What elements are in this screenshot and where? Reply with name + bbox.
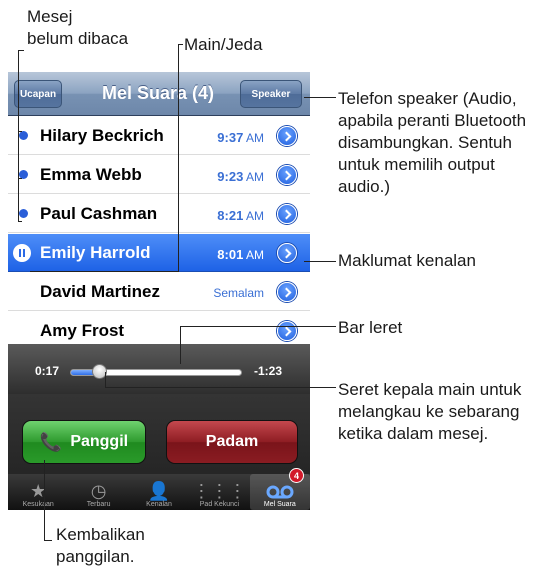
tab-label: Kenalan — [146, 501, 172, 508]
callout-drag-line1: Seret kepala main untuk — [338, 380, 522, 399]
callout-speaker-line2: apabila peranti Bluetooth — [338, 111, 527, 130]
time-value: 8:21 — [217, 208, 244, 223]
callout-speaker-line5: audio.) — [338, 177, 390, 196]
voicemail-row[interactable]: Emma Webb 9:23 AM — [8, 156, 310, 194]
caller-name: David Martinez — [40, 282, 160, 301]
callout-callback-line1: Kembalikan — [56, 525, 145, 544]
detail-disclosure-icon[interactable] — [277, 204, 297, 224]
navigation-bar: Ucapan Mel Suara (4) Speaker — [8, 72, 310, 116]
call-back-button[interactable]: 📞 Panggil — [22, 420, 146, 464]
detail-disclosure-icon[interactable] — [277, 282, 297, 302]
leader-line — [105, 372, 106, 388]
callout-drag: Seret kepala main untuk melangkau ke seb… — [338, 379, 521, 445]
leader-line — [44, 460, 45, 540]
callout-play-pause: Main/Jeda — [184, 35, 263, 54]
tab-label: Terbaru — [86, 501, 111, 508]
time-value: 9:37 — [217, 130, 244, 145]
leader-line — [30, 271, 179, 272]
tab-bar: ★ Kesukaan ◷ Terbaru 👤 Kenalan ⋮⋮⋮ Pad K… — [8, 468, 310, 510]
tab-favorites[interactable]: ★ Kesukaan — [8, 474, 68, 510]
message-time: 8:21 AM — [217, 208, 264, 223]
call-button-label: Panggil — [70, 433, 129, 450]
leader-line — [18, 50, 19, 222]
tab-contacts[interactable]: 👤 Kenalan — [129, 474, 189, 510]
time-ampm: AM — [246, 170, 264, 184]
unread-dot-icon — [19, 209, 28, 218]
tab-keypad[interactable]: ⋮⋮⋮ Pad Kekunci — [189, 474, 249, 510]
time-ampm: AM — [246, 209, 264, 223]
time-ampm: AM — [246, 248, 264, 262]
message-time: 8:01 AM — [217, 247, 264, 262]
callout-speaker-line3: disambungkan. Sentuh — [338, 133, 512, 152]
callout-speaker-line4: untuk memilih output — [338, 155, 495, 174]
callout-speaker-line1: Telefon speaker (Audio, — [338, 89, 517, 108]
time-ampm: AM — [246, 131, 264, 145]
voicemail-row[interactable]: Paul Cashman 8:21 AM — [8, 195, 310, 233]
detail-disclosure-icon[interactable] — [277, 165, 297, 185]
unread-dot-icon — [19, 131, 28, 140]
tab-voicemail[interactable]: Mel Suara 4 — [249, 468, 310, 510]
voicemail-player: 0:17 -1:23 📞 Panggil Padam ★ Kesukaan ◷ … — [8, 344, 310, 510]
voicemail-row-selected[interactable]: Emily Harrold 8:01 AM — [8, 234, 310, 272]
callout-drag-line3: ketika dalam mesej. — [338, 424, 489, 443]
contact-info-disclosure-icon[interactable] — [277, 243, 297, 263]
callout-contact-info: Maklumat kenalan — [338, 251, 476, 270]
leader-line — [180, 326, 336, 327]
callout-callback-line2: panggilan. — [56, 547, 135, 566]
page-title: Mel Suara (4) — [101, 83, 215, 103]
time-value: 9:23 — [217, 169, 244, 184]
voicemail-row[interactable]: Hilary Beckrich 9:37 AM — [8, 117, 310, 155]
tab-recents[interactable]: ◷ Terbaru — [68, 474, 128, 510]
caller-name: Amy Frost — [40, 321, 125, 340]
unread-count-badge: 4 — [289, 468, 305, 483]
message-time: 9:37 AM — [217, 130, 264, 145]
detail-disclosure-icon[interactable] — [277, 321, 297, 341]
leader-line — [178, 44, 183, 45]
caller-name: Hilary Beckrich — [40, 126, 164, 145]
leader-line — [304, 261, 336, 262]
delete-button[interactable]: Padam — [166, 420, 298, 464]
callout-speaker: Telefon speaker (Audio, apabila peranti … — [338, 88, 526, 198]
tab-label: Kesukaan — [22, 501, 54, 508]
callout-callback: Kembalikan panggilan. — [56, 524, 145, 568]
remaining-time: -1:23 — [254, 364, 283, 378]
message-time: Semalam — [213, 286, 264, 300]
callout-unread: Mesej belum dibaca — [27, 6, 128, 50]
callout-unread-line1: Mesej — [27, 7, 73, 26]
leader-line — [18, 221, 22, 222]
contact-icon: 👤 — [147, 481, 171, 501]
callout-drag-line2: melangkau ke sebarang — [338, 402, 520, 421]
tab-label: Mel Suara — [263, 501, 296, 508]
tab-label: Pad Kekunci — [199, 501, 240, 508]
caller-name: Paul Cashman — [40, 204, 158, 223]
callout-scrub-bar: Bar leret — [338, 318, 403, 337]
leader-line — [304, 97, 336, 98]
speaker-button[interactable]: Speaker — [240, 80, 302, 108]
voicemail-row[interactable]: David Martinez Semalam — [8, 273, 310, 311]
leader-line — [180, 326, 181, 364]
keypad-icon: ⋮⋮⋮ — [192, 481, 247, 501]
voicemail-icon — [265, 481, 295, 501]
elapsed-time: 0:17 — [35, 364, 60, 378]
caller-name: Emma Webb — [40, 165, 142, 184]
callout-unread-line2: belum dibaca — [27, 29, 129, 48]
clock-icon: ◷ — [90, 481, 107, 501]
phone-icon: 📞 — [39, 431, 63, 452]
detail-disclosure-icon[interactable] — [277, 126, 297, 146]
caller-name: Emily Harrold — [40, 243, 151, 262]
leader-line — [44, 540, 52, 541]
voicemail-screen: Ucapan Mel Suara (4) Speaker Hilary Beck… — [8, 72, 310, 510]
time-value: 8:01 — [217, 247, 244, 262]
leader-line — [18, 50, 24, 51]
leader-line — [105, 387, 336, 388]
greeting-button[interactable]: Ucapan — [14, 80, 62, 108]
message-time: 9:23 AM — [217, 169, 264, 184]
leader-line — [178, 44, 179, 272]
leader-line — [18, 131, 22, 132]
leader-line — [18, 178, 22, 179]
pause-icon[interactable] — [13, 244, 31, 262]
